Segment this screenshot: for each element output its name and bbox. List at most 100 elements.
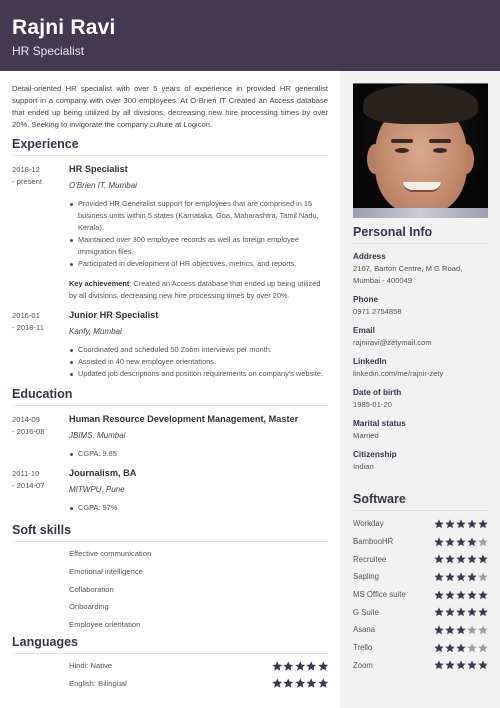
- software-name: G Suite: [353, 607, 380, 617]
- field-value: rajniravi@zetymail.com: [353, 338, 432, 347]
- entry-bullets: Coordinated and scheduled 50 Zoom interv…: [69, 344, 328, 380]
- software-item: BambooHR: [353, 533, 488, 551]
- date-start: 2018-12: [12, 165, 40, 174]
- language-item: English: Bilingual: [69, 675, 328, 693]
- star-filled-icon: [434, 660, 444, 670]
- profile-summary: Detail-oriented HR specialist with over …: [12, 84, 328, 129]
- field-label: Phone: [353, 295, 379, 304]
- candidate-title: HR Specialist: [12, 44, 85, 58]
- field-value: 2107, Barton Centre, M G Road, Mumbai - …: [353, 264, 463, 285]
- star-filled-icon: [467, 589, 477, 600]
- software-item: Workday: [353, 515, 488, 533]
- personal-info-field: LinkedIn linkedin.com/me/rajnir-zety: [353, 356, 488, 380]
- main-column: Detail-oriented HR specialist with over …: [12, 71, 328, 693]
- personal-info-list: Address 2107, Barton Centre, M G Road, Mu…: [353, 251, 488, 473]
- date-end: - 2018-11: [12, 323, 44, 332]
- bullet-item: Assisted in 40 new employee orientations…: [69, 356, 328, 368]
- software-name: Sapling: [353, 572, 380, 582]
- personal-info-field: Address 2107, Barton Centre, M G Road, Mu…: [353, 251, 488, 287]
- star-filled-icon: [434, 625, 444, 635]
- star-filled-icon: [445, 589, 455, 600]
- star-rating: [434, 660, 488, 670]
- entry-organization: Kanfy, Mumbai: [69, 327, 122, 336]
- star-empty-icon: [478, 643, 488, 653]
- entry-item: 2011-10 - 2014-07 Journalism, BA MITWPU, Pu…: [12, 467, 328, 514]
- star-filled-icon: [294, 661, 306, 672]
- languages-list: Hindi: Native English: Bilingual: [12, 657, 328, 693]
- entry-title: Journalism, BA: [69, 468, 137, 478]
- date-end: - 2016-08: [12, 427, 45, 436]
- soft-skill-item: Collaboration: [69, 584, 114, 594]
- soft-skills-list: Effective communication Emotional intelli…: [69, 545, 328, 634]
- star-filled-icon: [456, 572, 466, 582]
- date-end: - 2014-07: [12, 481, 45, 490]
- star-filled-icon: [478, 519, 488, 529]
- entry-item: 2014-09 - 2016-08 Human Resource Developme…: [12, 413, 328, 460]
- resume-header: Rajni Ravi HR Specialist: [0, 0, 500, 71]
- star-filled-icon: [317, 661, 329, 672]
- soft-skill-item: Onboarding: [69, 602, 109, 612]
- entry-bullets: Provided HR Generalist support for emplo…: [69, 198, 328, 270]
- star-filled-icon: [456, 554, 466, 564]
- field-value: 0971 2754858: [353, 307, 402, 316]
- star-empty-icon: [478, 625, 488, 635]
- star-filled-icon: [478, 554, 488, 564]
- star-filled-icon: [456, 643, 466, 653]
- software-heading: Software: [353, 491, 488, 511]
- star-filled-icon: [456, 536, 466, 547]
- star-rating: [434, 643, 488, 653]
- star-rating: [434, 572, 488, 582]
- software-item: Trello: [353, 639, 488, 657]
- star-filled-icon: [456, 625, 466, 635]
- star-rating: [271, 661, 329, 672]
- date-start: 2016-01: [12, 311, 40, 320]
- software-name: Workday: [353, 519, 384, 529]
- entry-title: Human Resource Development Management, M…: [69, 414, 299, 424]
- personal-info-field: Date of birth 1985-01-20: [353, 387, 488, 411]
- software-name: Zoom: [353, 660, 373, 670]
- star-filled-icon: [445, 660, 455, 670]
- star-filled-icon: [294, 678, 306, 689]
- star-filled-icon: [456, 660, 466, 670]
- language-name: Hindi: Native: [69, 661, 113, 671]
- entry-organization: MITWPU, Pune: [69, 485, 125, 494]
- entry-body: Junior HR Specialist Kanfy, Mumbai Coordin…: [69, 309, 328, 380]
- star-rating: [434, 554, 488, 564]
- software-item: Recruitee: [353, 550, 488, 568]
- software-item: Asana: [353, 621, 488, 639]
- entry-dates: 2014-09 - 2016-08: [12, 413, 69, 460]
- bullet-item: Updated job descriptions and position re…: [69, 368, 328, 380]
- star-filled-icon: [467, 572, 477, 582]
- entry-dates: 2016-01 - 2018-11: [12, 309, 69, 380]
- software-item: Sapling: [353, 568, 488, 586]
- entry-body: Journalism, BA MITWPU, Pune CGPA: 97%: [69, 467, 328, 514]
- field-label: Marital status: [353, 419, 406, 428]
- field-label: Address: [353, 252, 386, 261]
- entry-title: HR Specialist: [69, 164, 128, 174]
- sidebar: Personal Info Address 2107, Barton Centre…: [340, 71, 500, 708]
- star-rating: [434, 625, 488, 635]
- candidate-name: Rajni Ravi: [12, 16, 116, 39]
- star-filled-icon: [467, 536, 477, 547]
- star-empty-icon: [467, 625, 477, 635]
- soft-skill-item: Effective communication: [69, 549, 152, 558]
- star-filled-icon: [445, 519, 455, 529]
- star-filled-icon: [456, 607, 466, 617]
- education-list: 2014-09 - 2016-08 Human Resource Developme…: [12, 413, 328, 514]
- bullet-item: Maintained over 300 employee records as …: [69, 234, 328, 258]
- star-rating: [271, 678, 329, 689]
- entry-item: 2016-01 - 2018-11 Junior HR Specialist Kanf…: [12, 309, 328, 380]
- star-rating: [434, 607, 488, 617]
- personal-info-field: Phone 0971 2754858: [353, 294, 488, 318]
- soft-skills-heading: Soft skills: [12, 522, 328, 542]
- key-achievement: Key achievement: Created an Access datab…: [69, 278, 328, 302]
- field-label: LinkedIn: [353, 357, 387, 366]
- star-rating: [434, 519, 488, 529]
- software-name: Asana: [353, 625, 376, 635]
- star-filled-icon: [283, 661, 294, 672]
- star-filled-icon: [467, 607, 477, 617]
- star-empty-icon: [478, 572, 488, 582]
- entry-organization: O'Brien IT, Mumbai: [69, 181, 137, 190]
- star-empty-icon: [478, 536, 488, 547]
- entry-body: HR Specialist O'Brien IT, Mumbai Provided …: [69, 163, 328, 302]
